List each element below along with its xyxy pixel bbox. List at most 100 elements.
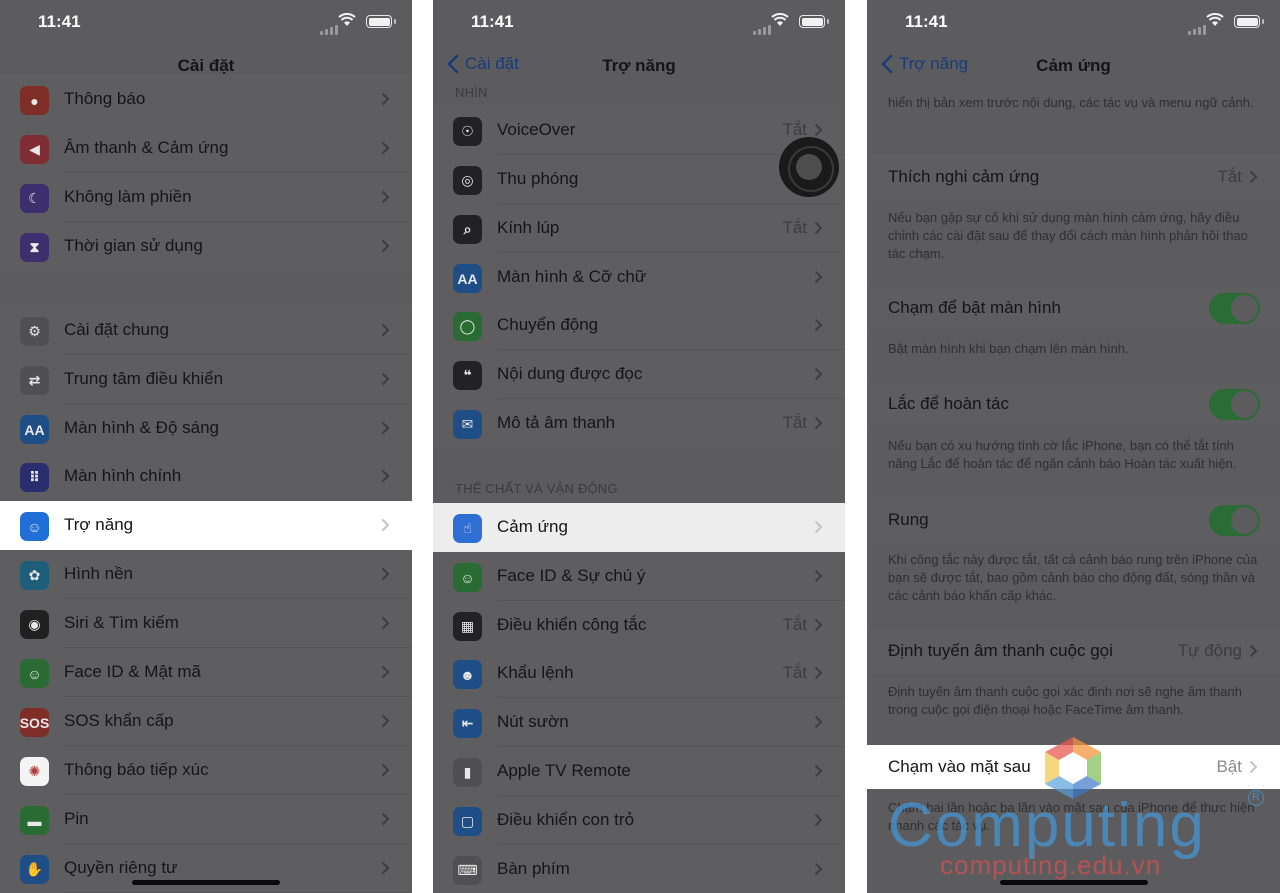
chevron-right-icon [814,416,823,430]
row-face-id[interactable]: ☺ Face ID & Mật mã [0,648,412,697]
moon-icon: ☾ [20,184,49,213]
exposure-icon: ✺ [20,757,49,786]
chevron-right-icon [1249,760,1258,774]
chevron-right-icon [814,520,823,534]
vibration-toggle[interactable] [1209,505,1260,536]
row-notification[interactable]: ● Thông báo [0,75,412,125]
row-exposure[interactable]: ✺ Thông báo tiếp xúc [0,746,412,795]
status-bar: 11:41 [0,0,412,44]
row-voice-control[interactable]: ☻ Khẩu lệnh Tắt [433,649,845,698]
chevron-right-icon [814,618,823,632]
watermark-registered: R [1248,790,1264,806]
row-label: Thông báo [64,89,146,108]
chevron-right-icon [381,469,390,483]
chevron-right-icon [814,862,823,876]
zoom-icon: ◎ [453,166,482,195]
watermark-url: computing.edu.vn [940,850,1162,880]
battery-status-icon [1234,15,1264,28]
chevron-right-icon [1249,644,1258,658]
chevron-right-icon [381,92,390,106]
shake-to-undo-toggle[interactable] [1209,389,1260,420]
row-moon[interactable]: ☾ Không làm phiền [0,173,412,222]
touch-accommodations-row[interactable]: Thích nghi cảm ứng Tắt [867,155,1280,199]
nav-bar: Cài đặt Trợ năng [433,44,845,88]
row-siri[interactable]: ◉ Siri & Tìm kiếm [0,599,412,648]
row-voiceover[interactable]: ☉ VoiceOver Tắt [433,106,845,155]
row-touch[interactable]: ☝ Cảm ứng [433,503,845,552]
chevron-right-icon [814,569,823,583]
row-label: Chạm để bật màn hình [888,298,1061,317]
row-sos[interactable]: SOS SOS khẩn cấp [0,697,412,746]
home-grid-icon: ⠿ [20,463,49,492]
row-label: Thích nghi cảm ứng [888,167,1040,186]
row-sound[interactable]: ◀ Âm thanh & Cảm ứng [0,124,412,173]
row-accessibility[interactable]: ☺ Trợ năng [0,501,412,550]
row-text-size[interactable]: AA Màn hình & Độ sáng [0,404,412,453]
chevron-right-icon [814,715,823,729]
row-audio-desc[interactable]: ✉ Mô tả âm thanh Tắt [433,399,845,448]
row-label: Kính lúp [497,218,560,237]
row-text-size[interactable]: AA Màn hình & Cỡ chữ [433,253,845,302]
row-spoken[interactable]: ❝ Nội dung được đọc [433,350,845,399]
row-home-grid[interactable]: ⠿ Màn hình chính [0,452,412,501]
shake-to-undo-row: Lắc để hoàn tác [867,382,1280,426]
row-switch-control[interactable]: ▦ Điều khiển công tắc Tắt [433,601,845,650]
touch-accommodations-desc: Nếu bạn gặp sự cố khi sử dụng màn hình c… [888,210,1248,261]
row-pointer[interactable]: ▢ Điều khiển con trỏ [433,796,845,845]
pointer-icon: ▢ [453,807,482,836]
assistive-touch-button[interactable] [779,137,839,197]
row-label: Màn hình & Độ sáng [64,418,219,437]
row-label: Apple TV Remote [497,761,631,780]
row-magnifier[interactable]: ⌕ Kính lúp Tắt [433,204,845,253]
row-keyboard[interactable]: ⌨ Bàn phím [433,845,845,893]
row-hand[interactable]: ✋ Quyền riêng tư [0,844,412,893]
page-title: Cài đặt [177,56,235,75]
row-value: Tự động [1177,641,1242,660]
chevron-right-icon [814,270,823,284]
call-audio-routing-desc: Định tuyến âm thanh cuộc gọi xác định nơ… [888,684,1242,717]
row-side-button[interactable]: ⇤ Nút sườn [433,698,845,747]
chevron-right-icon [1249,170,1258,184]
row-gear[interactable]: ⚙ Cài đặt chung [0,306,412,355]
chevron-right-icon [381,812,390,826]
row-face-id[interactable]: ☺ Face ID & Sự chú ý [433,552,845,601]
row-label: VoiceOver [497,120,576,139]
flower-icon: ✿ [20,561,49,590]
row-label: Quyền riêng tư [64,858,178,877]
chevron-right-icon [381,763,390,777]
row-toggles[interactable]: ⇄ Trung tâm điều khiển [0,355,412,404]
row-label: Thu phóng [497,169,579,188]
chevron-right-icon [814,764,823,778]
chevron-right-icon [381,239,390,253]
row-value: Tắt [782,413,807,432]
notification-icon: ● [20,86,49,115]
hand-icon: ✋ [20,855,49,884]
row-label: Face ID & Sự chú ý [497,566,646,585]
row-value: Tắt [782,663,807,682]
row-label: Face ID & Mật mã [64,662,201,681]
row-value: Bật [1216,757,1242,776]
vibration-row: Rung [867,498,1280,542]
tap-to-wake-toggle[interactable] [1209,293,1260,324]
row-battery[interactable]: ▬ Pin [0,795,412,844]
row-label: Điều khiển con trỏ [497,810,635,829]
chevron-right-icon [381,421,390,435]
battery-status-icon [366,15,396,28]
keyboard-icon: ⌨ [453,856,482,885]
row-flower[interactable]: ✿ Hình nền [0,550,412,599]
toggles-icon: ⇄ [20,366,49,395]
chevron-right-icon [814,666,823,680]
voice-control-icon: ☻ [453,660,482,689]
call-audio-routing-row[interactable]: Định tuyến âm thanh cuộc gọi Tự động [867,629,1280,673]
row-label: Trợ năng [64,515,134,534]
voiceover-icon: ☉ [453,117,482,146]
tap-to-wake-desc: Bật màn hình khi bạn chạm lên màn hình. [888,341,1129,356]
accessibility-icon: ☺ [20,512,49,541]
row-label: Âm thanh & Cảm ứng [64,138,229,157]
row-motion[interactable]: ◯ Chuyển động [433,301,845,350]
row-remote[interactable]: ▮ Apple TV Remote [433,747,845,796]
row-hourglass[interactable]: ⧗ Thời gian sử dụng [0,222,412,271]
text-size-icon: AA [20,415,49,444]
shake-to-undo-desc: Nếu bạn có xu hướng tình cờ lắc iPhone, … [888,438,1237,471]
row-label: Cài đặt chung [64,320,169,339]
